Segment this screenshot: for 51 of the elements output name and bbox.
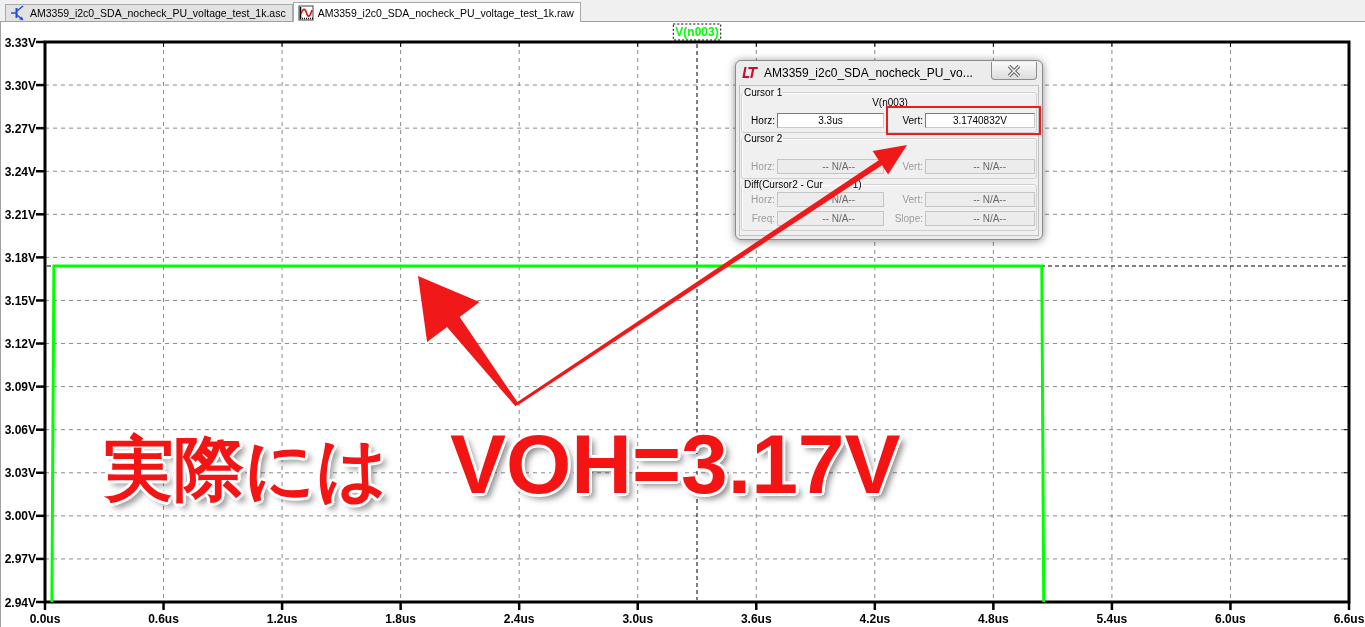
dialog-title: AM3359_i2c0_SDA_nocheck_PU_vo...: [764, 66, 973, 80]
y-tick-label: 3.27V: [4, 121, 36, 136]
x-tick-label: 1.8us: [385, 612, 416, 626]
x-tick-label: 1.2us: [266, 612, 298, 626]
x-tick-label: 0.0us: [29, 612, 61, 626]
field-label: Vert:: [901, 194, 923, 205]
y-tick-label: 3.06V: [4, 423, 36, 438]
y-tick-label: 3.33V: [4, 35, 36, 50]
y-tick-label: 3.12V: [4, 337, 36, 352]
field-label: Slope:: [894, 213, 923, 224]
readout-field[interactable]: 3.1740832V: [925, 113, 1035, 128]
readout-field[interactable]: 3.3us: [777, 113, 884, 128]
x-tick-label: 2.4us: [503, 612, 535, 626]
x-tick-label: 3.6us: [740, 612, 772, 626]
x-tick-label: 3.0us: [622, 612, 654, 626]
trace-name: V(n003): [871, 98, 909, 108]
file-tab[interactable]: AM3359_i2c0_SDA_nocheck_PU_voltage_test_1k.asc: [5, 4, 293, 21]
callout-text: 実際には: [104, 427, 388, 512]
close-button[interactable]: [991, 62, 1037, 80]
waveform-chart-icon: [297, 4, 314, 21]
callout-value: VOH=3.17V: [450, 416, 901, 513]
y-tick-label: 2.94V: [4, 595, 36, 610]
group-label: Cursor 2: [744, 133, 783, 144]
field-label: Freq:: [750, 213, 775, 224]
x-tick-label: 6.6us: [1333, 612, 1365, 626]
field-label: Vert:: [901, 115, 923, 126]
x-tick-label: 4.8us: [978, 612, 1009, 626]
field-label: Horz:: [750, 115, 775, 126]
y-tick-label: 3.30V: [4, 78, 36, 93]
y-tick-label: 3.21V: [4, 207, 36, 222]
y-tick-label: 3.18V: [4, 250, 36, 265]
y-tick-label: 3.00V: [4, 509, 36, 524]
logo-icon: [742, 67, 758, 79]
group-label: Diff(Cursor2 - Cur: [744, 179, 823, 190]
field-label: Horz:: [750, 194, 775, 205]
x-tick-label: 0.6us: [148, 612, 179, 626]
y-tick-label: 3.03V: [4, 466, 36, 481]
field-label: Vert:: [901, 161, 923, 172]
y-tick-label: 3.24V: [4, 164, 36, 179]
x-tick-label: 5.4us: [1096, 612, 1128, 626]
group-label: Cursor 1: [744, 87, 783, 98]
file-tab[interactable]: AM3359_i2c0_SDA_nocheck_PU_voltage_test_1k.raw: [292, 2, 581, 22]
y-tick-label: 3.15V: [4, 293, 36, 308]
x-tick-label: 4.2us: [859, 612, 891, 626]
field-label: Horz:: [750, 161, 775, 172]
y-tick-label: 3.09V: [4, 380, 36, 395]
y-tick-label: 2.97V: [4, 552, 36, 567]
x-tick-label: 6.0us: [1215, 612, 1246, 626]
close-icon: [1007, 64, 1021, 77]
trace-label: V(n003): [672, 23, 722, 41]
transistor-icon: [10, 5, 26, 21]
